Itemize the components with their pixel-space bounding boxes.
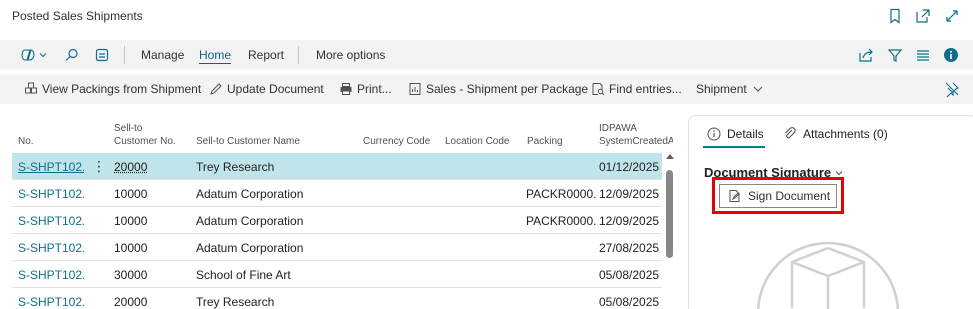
nav-report[interactable]: Report [248, 48, 284, 62]
shipment-menu-label: Shipment [696, 82, 747, 96]
table-row[interactable]: S-SHPT102... 10000 Adatum Corporation PA… [12, 180, 662, 207]
chevron-down-icon [753, 86, 763, 92]
customer-no-cell: 10000 [114, 187, 148, 201]
customer-no-cell: 30000 [114, 268, 148, 282]
shipment-per-package-label: Sales - Shipment per Package [426, 82, 589, 96]
column-header-created-line2: SystemCreatedAt [599, 136, 673, 147]
column-header-customer-no-line1: Sell-to [114, 123, 143, 134]
created-at-cell: 05/08/2025 2 [599, 295, 662, 309]
scroll-up-arrow-icon[interactable] [664, 152, 676, 162]
customer-name-cell: Adatum Corporation [196, 241, 304, 255]
column-header-currency-code[interactable]: Currency Code [363, 135, 430, 148]
customer-no-cell: 10000 [114, 214, 148, 228]
shipment-no-link[interactable]: S-SHPT102... [18, 187, 84, 201]
column-header-created-line1: IDPAWA [599, 123, 637, 134]
scrollbar-thumb[interactable] [666, 170, 673, 258]
table-row[interactable]: S-SHPT102... ⋮ 20000 Trey Research 01/12… [12, 153, 662, 180]
copilot-icon [21, 49, 35, 61]
tab-attachments-label: Attachments (0) [803, 127, 888, 141]
column-header-customer-no-line2: Customer No. [114, 136, 176, 147]
view-packings-label: View Packings from Shipment [42, 82, 202, 96]
created-at-cell: 27/08/2025 2 [599, 241, 662, 255]
info-icon[interactable] [943, 47, 959, 63]
find-entries-button[interactable]: Find entries... [591, 82, 682, 96]
table-row[interactable]: S-SHPT102... 10000 Adatum Corporation PA… [12, 207, 662, 234]
column-header-system-created-at[interactable]: IDPAWA SystemCreatedAt [599, 122, 673, 148]
created-at-cell: 01/12/2025 1 [599, 160, 662, 174]
find-entries-icon [592, 83, 605, 96]
customer-no-cell: 10000 [114, 241, 148, 255]
update-document-label: Update Document [227, 82, 324, 96]
active-tab-indicator [703, 146, 765, 148]
packing-cell: PACKR0000... [526, 187, 596, 201]
more-options-button[interactable]: More options [316, 48, 385, 62]
tab-details-label: Details [727, 127, 764, 141]
shipment-menu-button[interactable]: Shipment [696, 82, 765, 96]
column-header-customer-name[interactable]: Sell-to Customer Name [196, 135, 300, 148]
separator [298, 46, 299, 64]
customer-name-cell: School of Fine Art [196, 268, 291, 282]
created-at-cell: 05/08/2025 2 [599, 268, 662, 282]
shipment-per-package-button[interactable]: Sales - Shipment per Package [408, 82, 588, 96]
print-icon [340, 83, 352, 95]
edit-icon [210, 83, 222, 95]
shipment-no-link[interactable]: S-SHPT102... [18, 268, 84, 282]
view-packings-button[interactable]: View Packings from Shipment [24, 82, 201, 96]
created-at-cell: 12/09/2025 1 [599, 187, 662, 201]
packing-cell: PACKR0000... [526, 214, 596, 228]
created-at-cell: 12/09/2025 1 [599, 214, 662, 228]
list-view-icon[interactable] [915, 47, 931, 63]
unpin-icon[interactable] [944, 81, 960, 97]
shipment-no-link[interactable]: S-SHPT102... [18, 241, 84, 255]
customer-name-cell: Trey Research [196, 295, 275, 309]
tab-attachments[interactable]: Attachments (0) [783, 127, 888, 141]
bookmark-icon[interactable] [888, 8, 904, 24]
report-icon [409, 83, 421, 95]
column-header-no[interactable]: No. [18, 135, 34, 148]
search-icon[interactable] [64, 47, 80, 63]
filter-icon[interactable] [887, 47, 903, 63]
print-label: Print... [357, 82, 392, 96]
customer-name-cell: Adatum Corporation [196, 187, 304, 201]
shipment-no-link[interactable]: S-SHPT102... [18, 214, 84, 228]
row-menu-icon[interactable]: ⋮ [92, 158, 106, 175]
shipment-no-link[interactable]: S-SHPT102... [18, 295, 84, 309]
action-bar: Manage Home Report More options [0, 40, 973, 70]
share-icon[interactable] [858, 47, 874, 63]
chevron-down-icon [39, 53, 47, 58]
analysis-mode-icon[interactable] [94, 47, 110, 63]
table-row[interactable]: S-SHPT102... 10000 Adatum Corporation 27… [12, 234, 662, 261]
highlight-box [712, 177, 844, 214]
customer-name-cell: Adatum Corporation [196, 214, 304, 228]
update-document-button[interactable]: Update Document [209, 82, 324, 96]
paperclip-icon [785, 127, 796, 139]
packages-icon [25, 82, 37, 94]
info-outline-icon [707, 127, 721, 141]
nav-home[interactable]: Home [199, 48, 231, 62]
find-entries-label: Find entries... [609, 82, 682, 96]
column-header-packing[interactable]: Packing [527, 135, 563, 148]
print-button[interactable]: Print... [339, 82, 392, 96]
column-header-location-code[interactable]: Location Code [445, 135, 510, 148]
separator [124, 46, 125, 64]
command-bar: View Packings from Shipment Update Docum… [0, 74, 973, 104]
shipment-no-link[interactable]: S-SHPT102... [18, 160, 84, 174]
page-title: Posted Sales Shipments [12, 9, 143, 23]
empty-placeholder-icon [757, 223, 899, 309]
table-row[interactable]: S-SHPT102... 20000 Trey Research 05/08/2… [12, 288, 662, 309]
table-row[interactable]: S-SHPT102... 30000 School of Fine Art 05… [12, 261, 662, 288]
copilot-menu-button[interactable] [20, 47, 48, 63]
customer-no-cell: 20000 [114, 295, 148, 309]
tab-details[interactable]: Details [707, 127, 764, 141]
column-header-customer-no[interactable]: Sell-to Customer No. [114, 122, 176, 148]
chevron-down-icon [835, 170, 843, 175]
open-new-window-icon[interactable] [915, 8, 931, 24]
customer-no-cell[interactable]: 20000 [114, 160, 147, 174]
expand-icon[interactable] [944, 8, 960, 24]
customer-name-cell: Trey Research [196, 160, 275, 174]
nav-manage[interactable]: Manage [141, 48, 184, 62]
